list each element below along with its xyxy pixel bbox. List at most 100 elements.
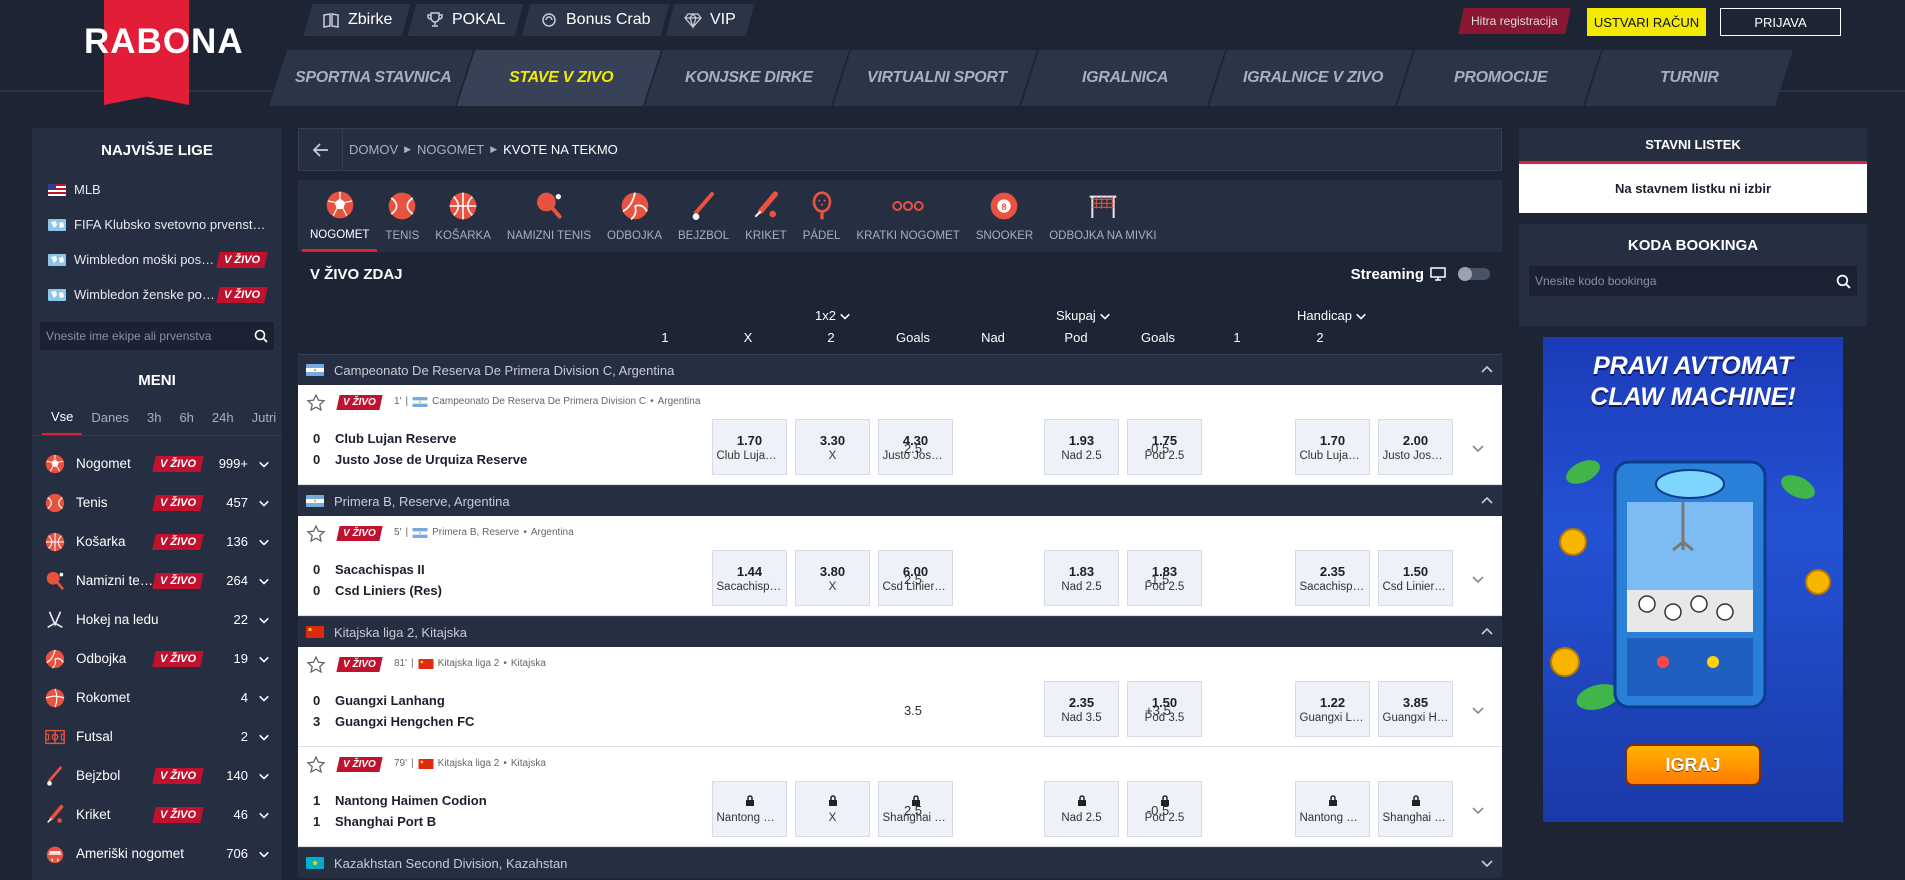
sport-item[interactable]: Košarka V ŽIVO 136 (32, 522, 282, 561)
nav-promocije[interactable]: PROMOCIJE (1394, 50, 1606, 106)
toplink-bonus-crab[interactable]: Bonus Crab (521, 4, 669, 36)
odd-handicap-button[interactable]: 1.70 Club Lujan Reserve (1295, 419, 1370, 475)
toplink-pokal[interactable]: POKAL (408, 4, 525, 36)
sport-item[interactable]: Rokomet 4 (32, 678, 282, 717)
logo[interactable]: RABONA (84, 22, 244, 62)
toplink-vip[interactable]: VIP (666, 4, 755, 36)
match-row[interactable]: V ŽIVO 1' | Campeonato De Reserva De Prim… (298, 385, 1502, 485)
top-league-item[interactable]: FIFA Klubsko svetovno prvenstvo (32, 207, 282, 242)
star-icon[interactable] (306, 755, 326, 775)
sport-item[interactable]: Hokej na ledu 22 (32, 600, 282, 639)
sport-tab-table-tennis[interactable]: NAMIZNI TENIS (499, 180, 599, 252)
odd-handicap-button[interactable]: 2.35 Sacachispas II (1295, 550, 1370, 606)
sport-item[interactable]: Ameriški nogomet 706 (32, 834, 282, 873)
top-league-item[interactable]: Wimbledon moški posamezno V ŽIVO (32, 242, 282, 277)
sport-tab-football[interactable]: NOGOMET (302, 180, 378, 252)
expand-match-chevron-down-icon[interactable] (1471, 803, 1485, 817)
league-header[interactable]: Primera B, Reserve, Argentina (298, 485, 1502, 516)
menu-tab-6h[interactable]: 6h (170, 400, 202, 435)
odd-1x2-button[interactable]: 1.70 Club Lujan Reserve (712, 419, 787, 475)
star-icon[interactable] (306, 655, 326, 675)
nav-virtualni-sport[interactable]: VIRTUALNI SPORT (830, 50, 1042, 106)
odd-1x2-button[interactable]: 3.30 X (795, 419, 870, 475)
nav-sportna-stavnica[interactable]: SPORTNA STAVNICA (266, 50, 478, 106)
menu-tab-jutri[interactable]: Jutri (243, 400, 282, 435)
chevron-down-icon[interactable] (258, 692, 270, 704)
nav-igralnica[interactable]: IGRALNICA (1018, 50, 1230, 106)
chevron-down-icon[interactable] (258, 653, 270, 665)
league-header[interactable]: Kazakhstan Second Division, Kazahstan (298, 847, 1502, 878)
chevron-down-icon[interactable] (258, 731, 270, 743)
match-row[interactable]: V ŽIVO 5' | Primera B, Reserve • Argentina… (298, 516, 1502, 616)
create-account-button[interactable]: USTVARI RAČUN (1587, 8, 1706, 36)
odd-1x2-button[interactable]: 1.44 Sacachispas II (712, 550, 787, 606)
odd-handicap-button[interactable]: Nantong Haimen Codion (1295, 781, 1370, 837)
odd-handicap-button[interactable]: 2.00 Justo Jose de Urquiza Reserve (1378, 419, 1453, 475)
star-icon[interactable] (306, 524, 326, 544)
team-search-input[interactable] (46, 329, 254, 343)
toplink-zbirke[interactable]: Zbirke (303, 4, 411, 36)
star-icon[interactable] (306, 393, 326, 413)
streaming-toggle[interactable]: Streaming (1351, 266, 1490, 283)
sport-item[interactable]: Futsal 2 (32, 717, 282, 756)
nav-stave-v-zivo[interactable]: STAVE V ZIVO (454, 50, 666, 106)
quick-registration-button[interactable]: Hitra registracija (1458, 8, 1571, 34)
sport-tab-dots[interactable]: KRATKI NOGOMET (848, 180, 967, 252)
odd-handicap-button[interactable]: Shanghai Port B (1378, 781, 1453, 837)
group-1x2[interactable]: 1x2 (815, 308, 851, 323)
league-header[interactable]: Kitajska liga 2, Kitajska (298, 616, 1502, 647)
expand-match-chevron-down-icon[interactable] (1471, 572, 1485, 586)
sport-item[interactable]: Namizni tenis V ŽIVO 264 (32, 561, 282, 600)
odd-total-button[interactable]: 2.35 Nad 3.5 (1044, 681, 1119, 737)
chevron-down-icon[interactable] (258, 770, 270, 782)
sport-tab-beach-volleyball[interactable]: ODBOJKA NA MIVKI (1041, 180, 1164, 252)
chevron-down-icon[interactable] (1480, 856, 1494, 870)
search-icon[interactable] (254, 329, 268, 343)
chevron-up-icon[interactable] (1480, 494, 1494, 508)
odd-handicap-button[interactable]: 3.85 Guangxi Hengchen FC (1378, 681, 1453, 737)
sport-tab-snooker[interactable]: 8 SNOOKER (968, 180, 1042, 252)
chevron-down-icon[interactable] (258, 497, 270, 509)
chevron-down-icon[interactable] (258, 614, 270, 626)
odd-total-button[interactable]: Nad 2.5 (1044, 781, 1119, 837)
sport-tab-basketball[interactable]: KOŠARKA (427, 180, 499, 252)
login-button[interactable]: PRIJAVA (1720, 8, 1841, 36)
top-league-item[interactable]: Wimbledon ženske posamezno V ŽIVO (32, 277, 282, 312)
expand-match-chevron-down-icon[interactable] (1471, 703, 1485, 717)
chevron-up-icon[interactable] (1480, 625, 1494, 639)
odd-handicap-button[interactable]: 1.22 Guangxi Lanhang (1295, 681, 1370, 737)
match-row[interactable]: V ŽIVO 81' | Kitajska liga 2 • Kitajska 0G… (298, 647, 1502, 747)
league-header[interactable]: Campeonato De Reserva De Primera Divisio… (298, 354, 1502, 385)
chevron-down-icon[interactable] (258, 575, 270, 587)
sport-tab-cricket[interactable]: KRIKET (737, 180, 795, 252)
menu-tab-24h[interactable]: 24h (203, 400, 243, 435)
chevron-up-icon[interactable] (1480, 363, 1494, 377)
promo-play-button[interactable]: IGRAJ (1625, 744, 1761, 786)
odd-1x2-button[interactable]: Nantong Haimen Codion (712, 781, 787, 837)
sport-tab-volleyball[interactable]: ODBOJKA (599, 180, 670, 252)
sport-item[interactable]: Kriket V ŽIVO 46 (32, 795, 282, 834)
streaming-switch[interactable] (1458, 267, 1490, 281)
match-row[interactable]: V ŽIVO 79' | Kitajska liga 2 • Kitajska 1N… (298, 747, 1502, 847)
chevron-down-icon[interactable] (258, 848, 270, 860)
sport-item[interactable]: Bejzbol V ŽIVO 140 (32, 756, 282, 795)
menu-tab-3h[interactable]: 3h (138, 400, 170, 435)
search-icon[interactable] (1836, 274, 1851, 289)
expand-match-chevron-down-icon[interactable] (1471, 441, 1485, 455)
group-skupaj[interactable]: Skupaj (1056, 308, 1111, 323)
booking-code-input[interactable] (1535, 274, 1836, 288)
odd-handicap-button[interactable]: 1.50 Csd Liniers (Res) (1378, 550, 1453, 606)
nav-turnir[interactable]: TURNIR (1582, 50, 1794, 106)
sport-tab-tennis[interactable]: TENIS (377, 180, 427, 252)
nav-konjske-dirke[interactable]: KONJSKE DIRKE (642, 50, 854, 106)
sport-item[interactable]: Nogomet V ŽIVO 999+ (32, 444, 282, 483)
chevron-down-icon[interactable] (258, 536, 270, 548)
menu-tab-danes[interactable]: Danes (82, 400, 138, 435)
back-button[interactable] (299, 129, 343, 170)
nav-igralnice-v-zivo[interactable]: IGRALNICE V ZIVO (1206, 50, 1418, 106)
chevron-down-icon[interactable] (258, 458, 270, 470)
sport-tab-baseball[interactable]: BEJZBOL (670, 180, 737, 252)
breadcrumb-football[interactable]: NOGOMET (417, 142, 484, 157)
odd-1x2-button[interactable]: X (795, 781, 870, 837)
top-league-item[interactable]: MLB (32, 172, 282, 207)
